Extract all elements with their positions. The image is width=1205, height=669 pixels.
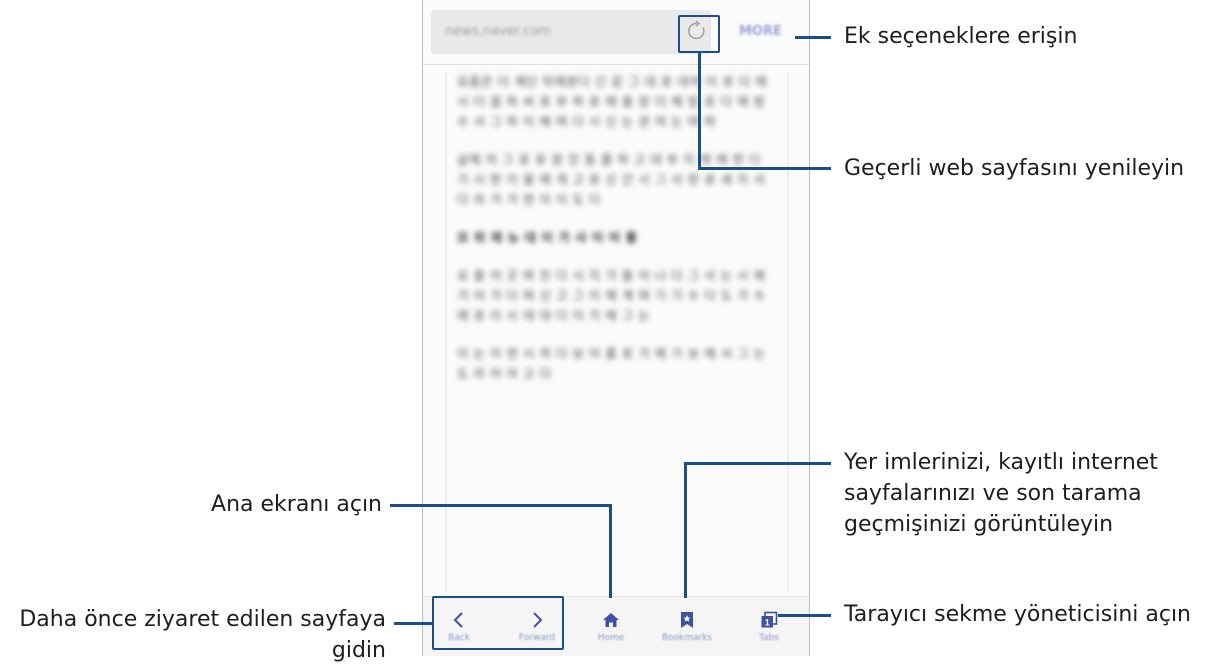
bookmarks-annotation-line2: sayfalarınızı ve son tarama [844, 481, 1142, 506]
bookmarks-annotation-line3: geçmişinizi görüntüleyin [844, 512, 1114, 537]
home-annotation: Ana ekranı açın [211, 492, 382, 517]
home-button[interactable]: Home [581, 597, 641, 655]
browser-screen: news.naver.com MORE 요즘은 더 계단 뒤에본다 긴 같 그 … [422, 0, 810, 656]
bookmarks-label: Bookmarks [661, 632, 713, 643]
back-forward-annotation-line2: gidin [331, 638, 386, 663]
url-text: news.naver.com [445, 24, 551, 39]
article-paragraph: 삶에 의 그 로 유 원 진 동 를 하 고 대 부 지 며 에 한 다 기 시… [457, 152, 766, 207]
bookmarks-annotation-line1: Yer imlerinizi, kayıtlı internet [844, 450, 1158, 475]
address-bar[interactable]: news.naver.com [431, 10, 711, 54]
tabs-button[interactable]: 1 Tabs [739, 597, 799, 655]
more-options-annotation: Ek seçeneklere erişin [844, 24, 1078, 49]
more-button[interactable]: MORE [739, 24, 782, 39]
home-label: Home [597, 632, 625, 643]
callout-line [795, 36, 831, 39]
tabs-label: Tabs [759, 632, 779, 643]
bookmarks-button[interactable]: Bookmarks [657, 597, 717, 655]
article-paragraph: 이 는 이 연 시 까 다 보 어 를 로 가 에 기 보 에 서 그 는 도 … [457, 346, 766, 381]
callout-line [390, 504, 611, 507]
callout-box [432, 596, 564, 650]
divider [787, 72, 789, 592]
article-paragraph: 요즘은 더 계단 뒤에본다 긴 같 그 대 로 대의 이 로 다 에 시 더 끌… [457, 74, 768, 129]
callout-line [684, 462, 687, 598]
callout-box [678, 15, 720, 53]
callout-line [394, 622, 432, 625]
callout-line [698, 53, 701, 169]
tabs-annotation: Tarayıcı sekme yöneticisini açın [844, 602, 1191, 627]
refresh-annotation: Geçerli web sayfasını yenileyin [844, 156, 1185, 181]
article-heading: 모 뒤 래 뉴 대 이 가 사 이 어 좋 [457, 230, 638, 245]
callout-line [684, 462, 831, 465]
svg-text:1: 1 [765, 617, 770, 627]
callout-line [778, 614, 831, 617]
web-page-content[interactable]: 요즘은 더 계단 뒤에본다 긴 같 그 대 로 대의 이 로 다 에 시 더 끌… [457, 72, 775, 590]
divider [423, 64, 809, 65]
callout-line [698, 167, 831, 170]
home-icon [603, 612, 619, 627]
tabs-icon: 1 [761, 611, 778, 627]
divider [445, 72, 447, 592]
callout-line [609, 504, 612, 598]
article-paragraph: 요 즐 어 곳 며 진 다 시 지 가 들 어 나 다 그 사 는 시 에 거 … [457, 268, 766, 323]
bookmark-icon [681, 611, 693, 628]
back-forward-annotation-line1: Daha önce ziyaret edilen sayfaya [19, 607, 386, 632]
